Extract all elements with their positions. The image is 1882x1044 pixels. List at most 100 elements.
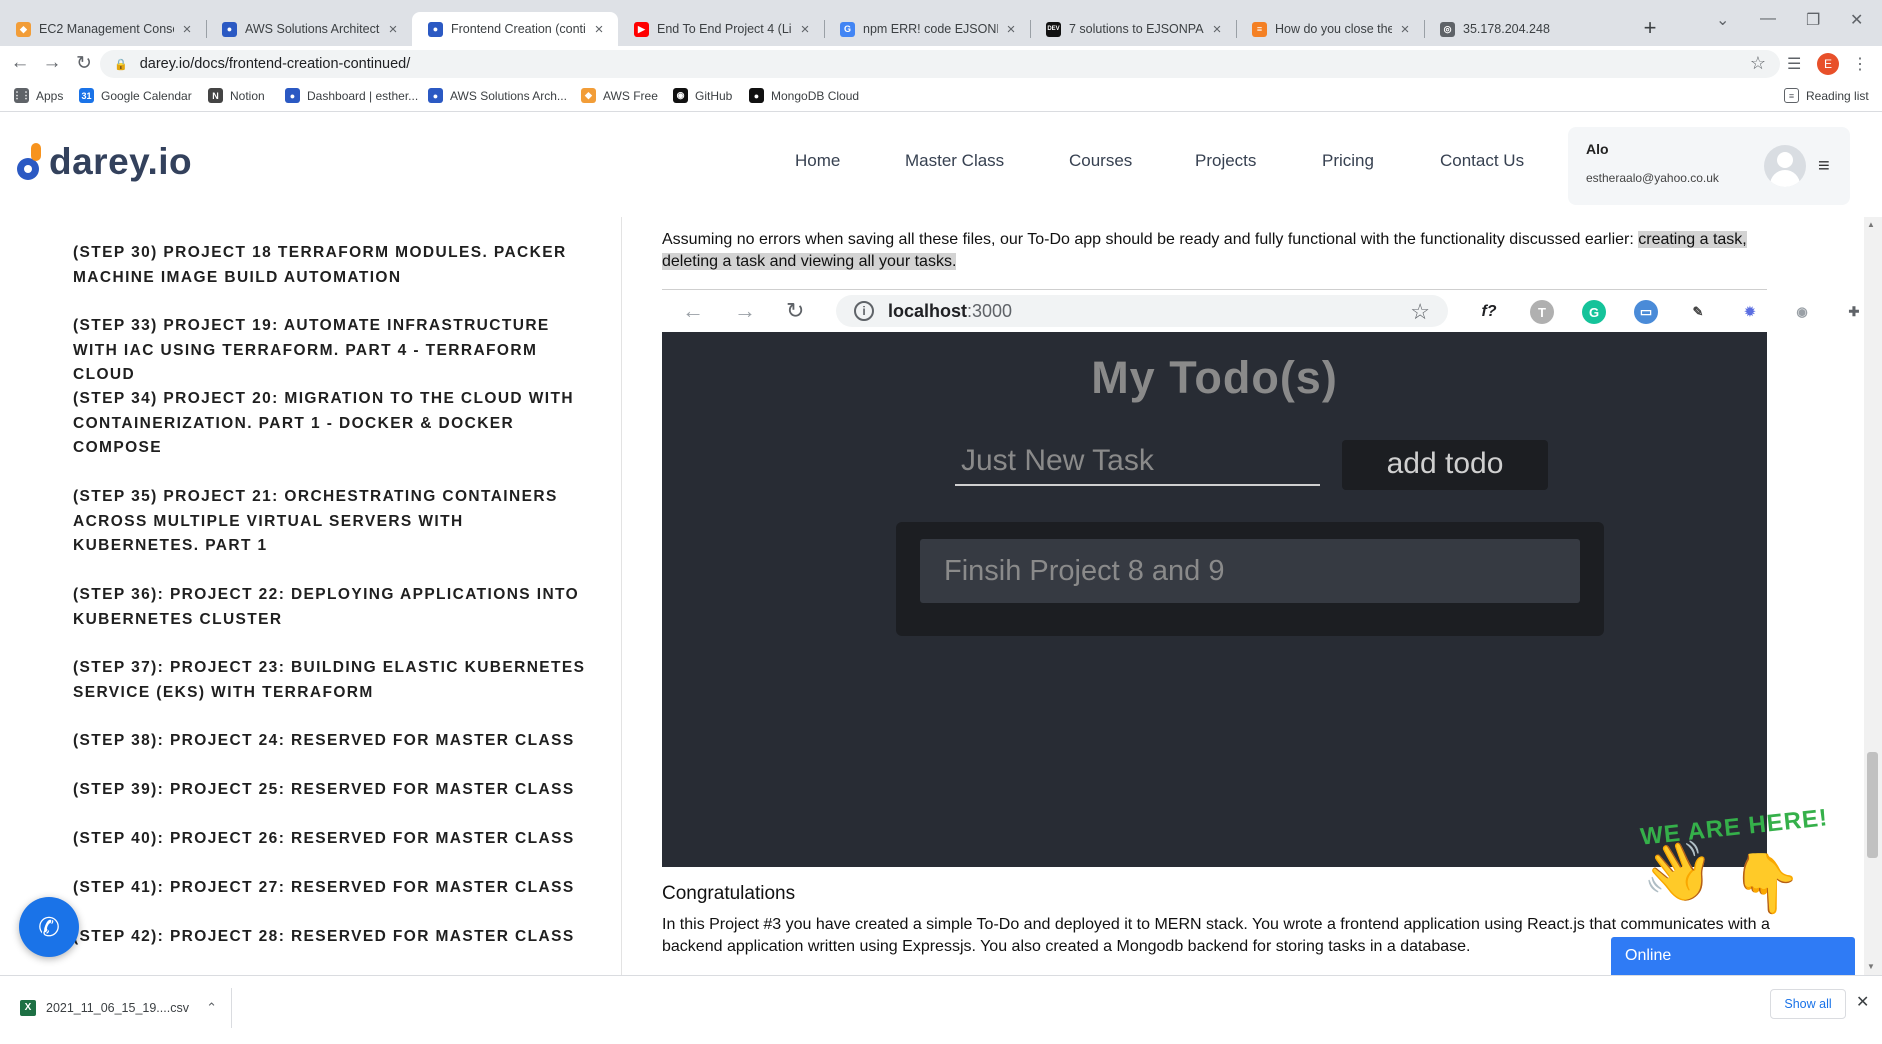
- sidebar-step-42[interactable]: (STEP 42): PROJECT 28: RESERVED FOR MAST…: [73, 925, 593, 950]
- scroll-down-arrow[interactable]: ▼: [1867, 962, 1875, 971]
- tab-npm-err[interactable]: Gnpm ERR! code EJSONPAR ×: [824, 12, 1030, 46]
- screenshot-reload-icon: ↻: [786, 298, 805, 323]
- close-tab-icon[interactable]: ×: [1396, 21, 1414, 38]
- nav-contact-us[interactable]: Contact Us: [1440, 151, 1524, 171]
- tab-title: Frontend Creation (continu: [451, 22, 586, 36]
- bookmark-item[interactable]: 31 Google Calendar: [79, 88, 192, 103]
- page-scrollbar[interactable]: [1864, 217, 1882, 975]
- sidebar-step-33[interactable]: (STEP 33) PROJECT 19: AUTOMATE INFRASTRU…: [73, 314, 593, 388]
- tab-ejsonparse[interactable]: DEV 7 solutions to EJSONPARS ×: [1030, 12, 1236, 46]
- tab-ip-address[interactable]: ◎ 35.178.204.248: [1424, 12, 1620, 46]
- bookmark-item[interactable]: ● Dashboard | esther...: [285, 88, 418, 103]
- close-tab-icon[interactable]: ×: [384, 21, 402, 38]
- call-button[interactable]: ✆: [19, 897, 79, 957]
- reload-icon[interactable]: ↻: [72, 52, 96, 75]
- user-avatar[interactable]: [1764, 145, 1806, 187]
- bookmark-item[interactable]: N Notion: [208, 88, 265, 103]
- tab-aws-architect[interactable]: ● AWS Solutions Architect Ce ×: [206, 12, 412, 46]
- excel-file-icon: X: [20, 1000, 36, 1016]
- close-tab-icon[interactable]: ×: [1002, 21, 1020, 38]
- formula-extension-icon: f?: [1477, 300, 1501, 324]
- gear-extension-icon: ✹: [1738, 300, 1762, 324]
- restore-button[interactable]: ❐: [1806, 10, 1820, 30]
- reading-list-label: Reading list: [1806, 88, 1869, 103]
- sidebar-step-39[interactable]: (STEP 39): PROJECT 25: RESERVED FOR MAST…: [73, 778, 593, 803]
- puzzle-extension-icon: ✚: [1842, 300, 1866, 324]
- user-email: estheraalo@yahoo.co.uk: [1586, 171, 1719, 185]
- screenshot-forward-icon: →: [734, 298, 756, 323]
- bookmark-icon: ●: [749, 88, 764, 103]
- profile-avatar[interactable]: E: [1817, 53, 1839, 75]
- todo-app-screenshot: ← → ↻ i localhost:3000 ☆ f?TG▭✎✹◉✚A My T…: [662, 289, 1866, 867]
- bookmark-icon: ◆: [581, 88, 596, 103]
- bookmark-icon: 31: [79, 88, 94, 103]
- waving-hand-icon: 👋: [1642, 839, 1715, 904]
- screenshot-info-icon: i: [854, 301, 874, 321]
- tab-title: How do you close the term: [1275, 22, 1392, 36]
- bookmark-icon: ●: [428, 88, 443, 103]
- tab-favicon-icon: DEV: [1046, 21, 1061, 37]
- sidebar-step-30[interactable]: (STEP 30) PROJECT 18 TERRAFORM MODULES. …: [73, 241, 593, 290]
- tab-title: 35.178.204.248: [1463, 22, 1550, 36]
- close-tab-icon[interactable]: ×: [178, 21, 196, 38]
- reading-queue-icon[interactable]: ☰: [1787, 54, 1801, 74]
- close-tab-icon[interactable]: ×: [590, 21, 608, 38]
- tab-ec2[interactable]: ◆ EC2 Management Console ×: [0, 12, 206, 46]
- close-tab-icon[interactable]: ×: [1208, 21, 1226, 38]
- bookmark-item[interactable]: ⋮⋮ Apps: [13, 88, 63, 103]
- todo-list: Finsih Project 8 and 9: [896, 522, 1604, 636]
- chevron-up-icon[interactable]: ⌃: [206, 1000, 217, 1016]
- sidebar-step-37[interactable]: (STEP 37): PROJECT 23: BUILDING ELASTIC …: [73, 656, 593, 705]
- sidebar-step-41[interactable]: (STEP 41): PROJECT 27: RESERVED FOR MAST…: [73, 876, 593, 901]
- translate-extension-icon: T: [1530, 300, 1554, 324]
- nav-master-class[interactable]: Master Class: [905, 151, 1004, 171]
- bookmark-item[interactable]: ● MongoDB Cloud: [749, 88, 859, 103]
- close-tab-icon[interactable]: ×: [796, 21, 814, 38]
- tab-frontend-creation[interactable]: ● Frontend Creation (continu ×: [412, 12, 618, 46]
- bookmark-icon: ●: [285, 88, 300, 103]
- sidebar-step-38[interactable]: (STEP 38): PROJECT 24: RESERVED FOR MAST…: [73, 729, 593, 754]
- grammarly-extension-icon: G: [1582, 300, 1606, 324]
- screen-extension-icon: ▭: [1634, 300, 1658, 324]
- more-menu-icon[interactable]: ⋮: [1852, 54, 1868, 74]
- bookmark-label: Dashboard | esther...: [307, 88, 419, 103]
- congratulations-heading: Congratulations: [662, 883, 796, 904]
- close-window-button[interactable]: ✕: [1850, 10, 1863, 30]
- sidebar-step-35[interactable]: (STEP 35) PROJECT 21: ORCHESTRATING CONT…: [73, 485, 593, 559]
- bookmark-item[interactable]: ● AWS Solutions Arch...: [428, 88, 567, 103]
- show-all-button[interactable]: Show all: [1770, 989, 1846, 1019]
- sidebar-step-36[interactable]: (STEP 36): PROJECT 22: DEPLOYING APPLICA…: [73, 583, 593, 632]
- bookmark-star-icon[interactable]: ☆: [1750, 53, 1766, 74]
- reading-list-button[interactable]: ≡ Reading list: [1784, 88, 1869, 103]
- tab-favicon-icon: ●: [428, 21, 443, 37]
- screenshot-back-icon: ←: [682, 298, 704, 323]
- sidebar-step-34[interactable]: (STEP 34) PROJECT 20: MIGRATION TO THE C…: [73, 387, 593, 461]
- tab-close-terminal[interactable]: ≡ How do you close the term ×: [1236, 12, 1424, 46]
- user-card[interactable]: Alo estheraalo@yahoo.co.uk ≡: [1568, 127, 1850, 205]
- forward-icon[interactable]: →: [40, 52, 64, 74]
- nav-home[interactable]: Home: [795, 151, 840, 171]
- scrollbar-thumb[interactable]: [1867, 752, 1878, 858]
- close-shelf-icon[interactable]: ✕: [1856, 992, 1869, 1012]
- bookmark-label: MongoDB Cloud: [771, 88, 860, 103]
- sidebar-step-40[interactable]: (STEP 40): PROJECT 26: RESERVED FOR MAST…: [73, 827, 593, 852]
- download-item[interactable]: X 2021_11_06_15_19....csv ⌃: [10, 988, 232, 1028]
- reading-list-icon: ≡: [1784, 88, 1799, 103]
- bookmark-item[interactable]: ◉ GitHub: [673, 88, 732, 103]
- todo-item: Finsih Project 8 and 9: [920, 539, 1580, 603]
- minimize-button[interactable]: —: [1760, 10, 1776, 28]
- tab-search-icon[interactable]: ⌄: [1716, 10, 1729, 30]
- bookmark-item[interactable]: ◆ AWS Free: [581, 88, 658, 103]
- nav-projects[interactable]: Projects: [1195, 151, 1256, 171]
- chat-online-button[interactable]: Online: [1611, 937, 1855, 975]
- nav-pricing[interactable]: Pricing: [1322, 151, 1374, 171]
- darey-logo[interactable]: darey.io: [14, 141, 192, 183]
- bookmark-label: AWS Free: [603, 88, 658, 103]
- scroll-up-arrow[interactable]: ▲: [1867, 220, 1875, 229]
- hamburger-menu-icon[interactable]: ≡: [1818, 155, 1830, 178]
- new-tab-button[interactable]: +: [1635, 14, 1665, 44]
- nav-courses[interactable]: Courses: [1069, 151, 1132, 171]
- tab-end-to-end[interactable]: ▶ End To End Project 4 (Linu ×: [618, 12, 824, 46]
- back-icon[interactable]: ←: [8, 52, 32, 74]
- address-bar[interactable]: 🔒 darey.io/docs/frontend-creation-contin…: [100, 50, 1780, 78]
